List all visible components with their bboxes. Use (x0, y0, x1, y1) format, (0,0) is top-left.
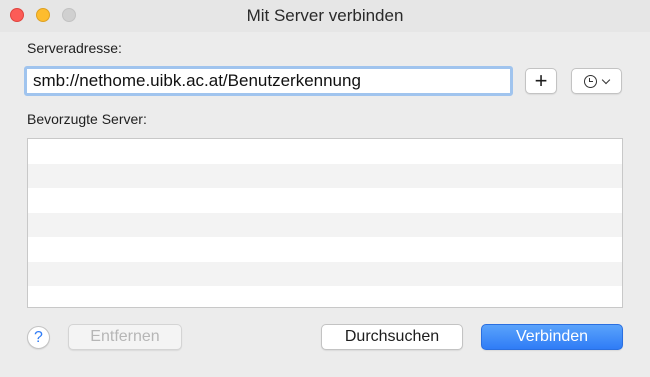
list-row (28, 188, 622, 213)
favorite-servers-label: Bevorzugte Server: (27, 111, 147, 127)
server-address-label: Serveradresse: (27, 40, 122, 56)
server-address-input[interactable] (27, 69, 510, 93)
recent-servers-button[interactable] (571, 68, 622, 94)
list-row (28, 163, 622, 188)
list-row (28, 261, 622, 286)
clock-icon (584, 74, 597, 88)
list-row (28, 212, 622, 237)
connect-button[interactable]: Verbinden (481, 324, 623, 350)
add-favorite-button[interactable]: + (525, 68, 557, 94)
help-button[interactable]: ? (27, 326, 50, 349)
favorite-servers-list[interactable] (27, 138, 623, 308)
server-address-field[interactable] (24, 66, 513, 96)
title-bar: Mit Server verbinden (0, 0, 650, 32)
remove-button[interactable]: Entfernen (68, 324, 182, 350)
list-row (28, 139, 622, 164)
window-title: Mit Server verbinden (246, 6, 404, 25)
chevron-down-icon (601, 75, 611, 84)
list-row (28, 237, 622, 262)
connect-to-server-window: Mit Server verbinden Serveradresse: + Be… (0, 0, 650, 377)
list-row (28, 286, 622, 307)
browse-button[interactable]: Durchsuchen (321, 324, 463, 350)
